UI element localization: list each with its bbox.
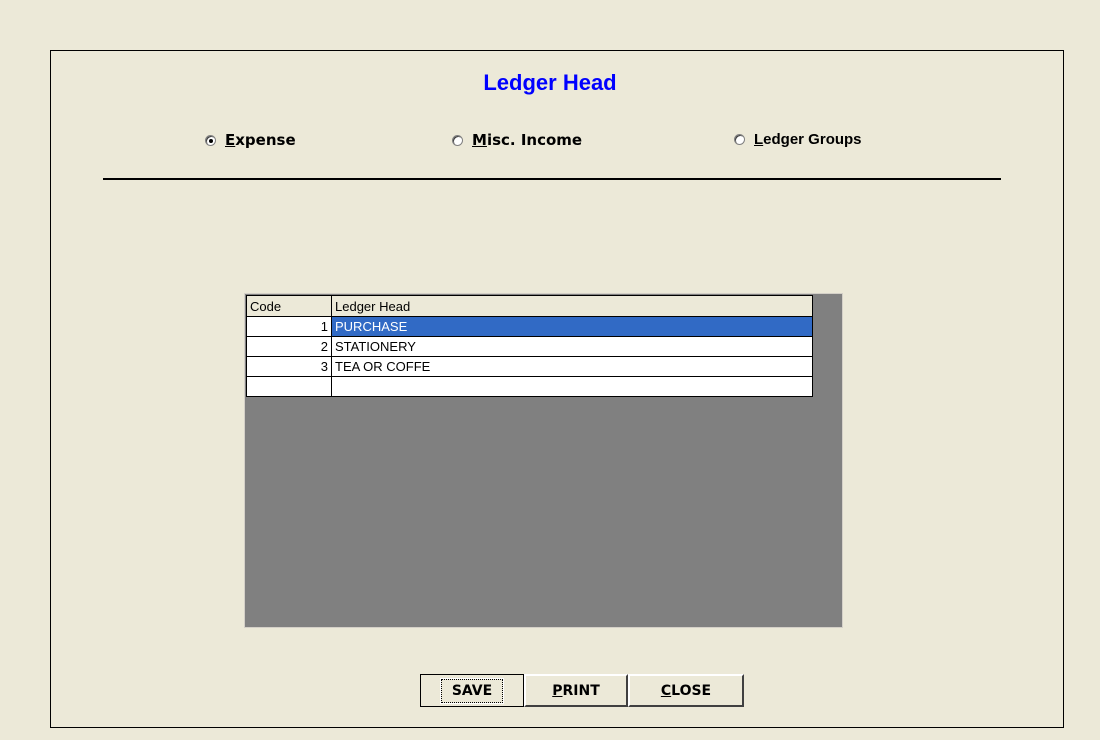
radio-checked-icon[interactable] <box>205 134 216 146</box>
radio-misc-income[interactable]: Misc. Income <box>452 131 582 149</box>
save-button[interactable]: SAVE <box>420 674 524 707</box>
cell-code[interactable] <box>246 376 332 397</box>
radio-ledger-groups-label: Ledger Groups <box>754 131 862 148</box>
close-button-label: CLOSE <box>660 682 712 699</box>
cell-code[interactable]: 2 <box>246 336 332 357</box>
button-row: SAVE PRINT CLOSE <box>420 674 744 707</box>
ledger-grid[interactable]: Code Ledger Head 1 PURCHASE 2 STATIONERY… <box>244 293 843 628</box>
column-header-ledger-head[interactable]: Ledger Head <box>331 295 813 317</box>
ledger-table: Code Ledger Head 1 PURCHASE 2 STATIONERY… <box>246 295 813 397</box>
close-button[interactable]: CLOSE <box>628 674 744 707</box>
radio-expense-label: Expense <box>225 131 296 149</box>
table-row-empty[interactable] <box>246 376 813 397</box>
cell-ledger-head[interactable]: PURCHASE <box>331 316 813 337</box>
print-button[interactable]: PRINT <box>524 674 628 707</box>
table-row[interactable]: 2 STATIONERY <box>246 336 813 357</box>
radio-unchecked-icon[interactable] <box>452 134 463 146</box>
cell-code[interactable]: 3 <box>246 356 332 377</box>
cell-ledger-head[interactable]: STATIONERY <box>331 336 813 357</box>
table-row[interactable]: 1 PURCHASE <box>246 316 813 337</box>
save-button-label: SAVE <box>451 682 493 699</box>
cell-ledger-head[interactable]: TEA OR COFFE <box>331 356 813 377</box>
cell-ledger-head[interactable] <box>331 376 813 397</box>
cell-code[interactable]: 1 <box>246 316 332 337</box>
radio-expense[interactable]: Expense <box>205 131 296 149</box>
table-row[interactable]: 3 TEA OR COFFE <box>246 356 813 377</box>
divider <box>103 178 1001 180</box>
radio-ledger-groups[interactable]: Ledger Groups <box>734 131 862 148</box>
column-header-code[interactable]: Code <box>246 295 332 317</box>
page-title: Ledger Head <box>483 70 617 95</box>
radio-unchecked-icon[interactable] <box>734 134 745 145</box>
table-header-row: Code Ledger Head <box>246 295 813 317</box>
radio-misc-income-label: Misc. Income <box>472 131 583 149</box>
print-button-label: PRINT <box>552 682 600 699</box>
